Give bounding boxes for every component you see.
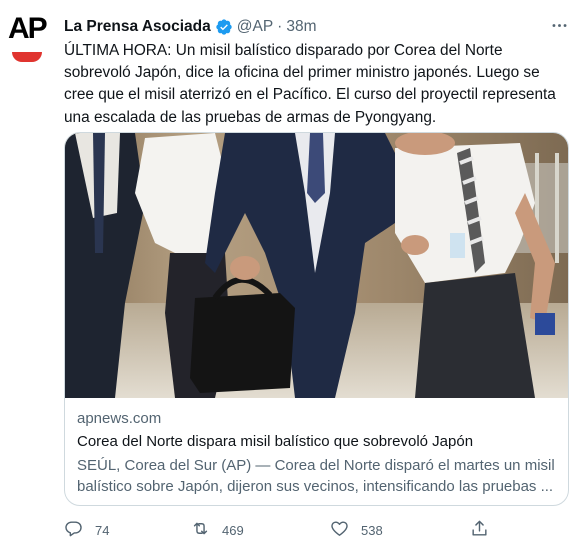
reply-button[interactable]: 74 (64, 518, 109, 542)
share-button[interactable] (470, 518, 489, 542)
card-image[interactable] (65, 133, 568, 398)
retweet-button[interactable]: 469 (191, 518, 244, 542)
retweet-icon (191, 519, 210, 541)
account-name[interactable]: La Prensa Asociada (64, 18, 211, 36)
account-handle[interactable]: @AP (237, 18, 273, 36)
ap-logo: AP (8, 12, 48, 45)
card-domain: apnews.com (77, 410, 162, 427)
share-icon (470, 519, 489, 541)
retweet-count: 469 (222, 522, 244, 538)
tweet-header: La Prensa Asociada @AP · 38m (64, 16, 317, 38)
card-title[interactable]: Corea del Norte dispara misil balístico … (77, 432, 559, 452)
verified-badge-icon (215, 18, 233, 36)
ap-logo-red-bar (12, 52, 42, 62)
like-count: 538 (361, 522, 383, 538)
link-card[interactable]: apnews.com Corea del Norte dispara misil… (64, 132, 569, 506)
separator-dot: · (277, 18, 283, 35)
card-description: SEÚL, Corea del Sur (AP) — Corea del Nor… (77, 457, 555, 495)
more-horizontal-icon[interactable] (548, 14, 570, 36)
tweet-actions: 74 469 538 (64, 518, 569, 542)
tweet[interactable]: AP La Prensa Asociada @AP · 38m ÚLTIMA H… (0, 0, 571, 556)
tweet-text: ÚLTIMA HORA: Un misil balístico disparad… (64, 42, 556, 126)
heart-icon (330, 519, 349, 541)
card-meta: apnews.com Corea del Norte dispara misil… (77, 409, 559, 497)
like-button[interactable]: 538 (330, 518, 383, 542)
reply-icon (64, 519, 83, 541)
avatar[interactable]: AP (8, 14, 48, 64)
tweet-timestamp[interactable]: 38m (286, 18, 316, 36)
reply-count: 74 (95, 522, 110, 538)
